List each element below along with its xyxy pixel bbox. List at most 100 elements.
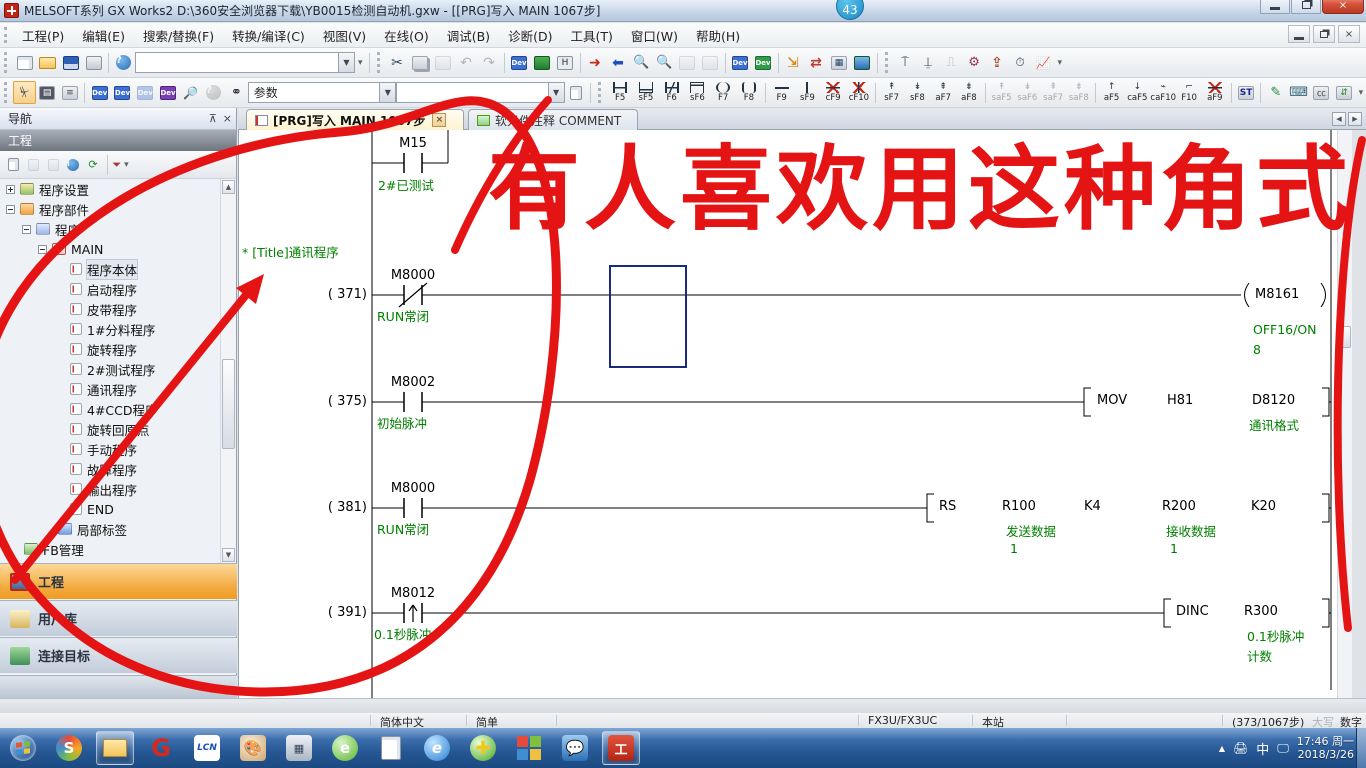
sogou-browser-icon[interactable]: S <box>50 731 88 765</box>
find-target-combobox[interactable]: 参数 ▼ <box>248 82 396 103</box>
inline-st-button[interactable]: ✎ <box>1264 81 1287 104</box>
menu-diagnostics[interactable]: 诊断(D) <box>499 23 561 48</box>
paint-icon[interactable]: 🎨 <box>234 731 272 765</box>
pulse-negate-branch-button[interactable]: ⇞saF7 <box>1040 80 1066 106</box>
copy-data-icon[interactable] <box>24 156 42 174</box>
open-project-button[interactable] <box>36 51 59 74</box>
tray-expand-icon[interactable]: ▲ <box>1219 744 1225 753</box>
st-editor-button[interactable]: ST <box>1235 81 1258 104</box>
menu-view[interactable]: 视图(V) <box>314 23 375 48</box>
comment-display-button[interactable]: ㏄ <box>1310 81 1333 104</box>
tree-item-fb-manage[interactable]: FB管理 <box>0 539 220 559</box>
taskbar-clock[interactable]: 17:46 周一 2018/3/26 <box>1297 735 1354 761</box>
device-statement-button[interactable]: Dev <box>752 51 775 74</box>
g-browser-icon[interactable]: G <box>142 731 180 765</box>
statement-display-button[interactable]: ⇵ <box>1333 81 1356 104</box>
browse-button[interactable] <box>565 81 588 104</box>
start-button[interactable] <box>4 731 42 765</box>
nav-button-connection[interactable]: 连接目标 <box>0 637 237 673</box>
show-desktop-button[interactable] <box>1356 728 1366 768</box>
monitor-mode-button[interactable] <box>851 51 874 74</box>
navigation-toggle-button[interactable]: ⏧ <box>13 81 36 104</box>
write-to-plc-button[interactable]: ➜ <box>584 51 607 74</box>
tree-item-start-program[interactable]: 启动程序 <box>0 279 220 299</box>
tree-item-belt-program[interactable]: 皮带程序 <box>0 299 220 319</box>
transfer-setup-button[interactable]: ⇄ <box>805 51 828 74</box>
output-window-button[interactable]: ≡ <box>59 81 82 104</box>
forced-io-button[interactable]: ⇪ <box>986 51 1009 74</box>
closed-contact-button[interactable]: F6 <box>659 80 685 106</box>
gx-works2-taskbar-button[interactable]: 工 <box>602 731 640 765</box>
pause-monitor-button[interactable] <box>676 51 699 74</box>
tree-item-manual-program[interactable]: 手动程序 <box>0 439 220 459</box>
restore-button[interactable] <box>1291 0 1321 14</box>
toolbar-overflow-icon[interactable]: ▾ <box>355 58 366 68</box>
module-config-button[interactable]: ▤ <box>36 81 59 104</box>
menu-help[interactable]: 帮助(H) <box>687 23 749 48</box>
invert-operation-button[interactable]: ↑aF5 <box>1099 80 1125 106</box>
pulse-negate2-button[interactable]: ↡saF6 <box>1014 80 1040 106</box>
new-project-button[interactable] <box>13 51 36 74</box>
rising-pulse-branch-button[interactable]: ⇞aF7 <box>930 80 956 106</box>
tree-item-test2-program[interactable]: 2#测试程序 <box>0 359 220 379</box>
application-instruction-button[interactable]: F8 <box>736 80 762 106</box>
tree-item-fault-program[interactable]: 故障程序 <box>0 459 220 479</box>
menu-online[interactable]: 在线(O) <box>375 23 438 48</box>
toolbar-overflow-icon[interactable]: ▾ <box>1055 58 1066 68</box>
ie-icon[interactable]: e <box>418 731 456 765</box>
tree-item-ccd4-program[interactable]: 4#CCD程序 <box>0 399 220 419</box>
tree-scrollbar[interactable]: ▲ ▼ <box>220 179 235 563</box>
undo-button[interactable]: ↶ <box>455 51 478 74</box>
menu-tools[interactable]: 工具(T) <box>561 23 621 48</box>
scrollbar-thumb[interactable] <box>222 359 235 449</box>
mdi-close-button[interactable]: × <box>1338 25 1360 43</box>
chevron-down-icon[interactable]: ▼ <box>338 53 354 72</box>
device-memory-button[interactable]: Dev <box>111 81 134 104</box>
document-icon[interactable] <box>372 731 410 765</box>
editor-scrollbar[interactable] <box>1337 130 1352 698</box>
falling-pulse-branch-button[interactable]: ⇟aF8 <box>956 80 982 106</box>
start-monitor-button[interactable]: 🔍 <box>630 51 653 74</box>
360-safe-icon[interactable]: ✚ <box>464 731 502 765</box>
operation-result-down-button[interactable]: ↓caF5 <box>1124 80 1150 106</box>
scroll-down-icon[interactable]: ▼ <box>222 548 235 562</box>
horizontal-line-button[interactable]: F9 <box>769 80 795 106</box>
color-blocks-icon[interactable] <box>510 731 548 765</box>
pulse-negate-button[interactable]: ↟saF5 <box>989 80 1015 106</box>
pin-icon[interactable]: ⊼ <box>209 112 217 125</box>
minimize-button[interactable] <box>1260 0 1290 14</box>
tree-item-feeder1-program[interactable]: 1#分料程序 <box>0 319 220 339</box>
cut-button[interactable]: ✂ <box>386 51 409 74</box>
close-button[interactable]: × <box>1322 0 1364 14</box>
invert-result-button[interactable]: ⌁caF10 <box>1150 80 1176 106</box>
print-button[interactable] <box>82 51 105 74</box>
copy-button[interactable] <box>409 51 432 74</box>
device-comment-button[interactable]: Dev <box>729 51 752 74</box>
device-combobox[interactable]: ▼ <box>396 82 564 103</box>
horizontal-scroll-strip[interactable] <box>0 698 1366 713</box>
falling-pulse-button[interactable]: ↡sF8 <box>905 80 931 106</box>
device-display-button[interactable]: Dev <box>157 81 180 104</box>
tree-item-comm-program[interactable]: 通讯程序 <box>0 379 220 399</box>
close-icon[interactable]: × <box>223 112 232 125</box>
write-monitor-button[interactable]: ⇲ <box>782 51 805 74</box>
edit-mode-button[interactable]: ⌨ <box>1287 81 1310 104</box>
nav-button-project[interactable]: 工程 <box>0 563 237 599</box>
calculator-icon[interactable]: ▦ <box>280 731 318 765</box>
closed-branch-button[interactable]: sF6 <box>685 80 711 106</box>
project-combobox[interactable]: ▼ <box>135 52 355 73</box>
scan-time-button[interactable]: ⏱ <box>1009 51 1032 74</box>
filter-icon[interactable]: ⏷▾ <box>113 156 131 174</box>
nav-panel-more[interactable]: » <box>0 675 237 698</box>
scrollbar-thumb[interactable] <box>1339 326 1351 348</box>
tab-device-comment[interactable]: 软元件注释 COMMENT <box>468 109 638 130</box>
menu-find-replace[interactable]: 搜索/替换(F) <box>134 23 223 48</box>
device-buffer-monitor-button[interactable]: H <box>554 51 577 74</box>
tray-device-icon[interactable]: 🖨 <box>1233 741 1248 755</box>
tree-item-program-setting[interactable]: 程序设置 <box>0 179 220 199</box>
menu-project[interactable]: 工程(P) <box>13 23 73 48</box>
open-contact-button[interactable]: F5 <box>607 80 633 106</box>
ladder-editor[interactable]: M15 2#已测试 * [Title]通讯程序 M8000 ( 371) RUN… <box>238 130 1352 698</box>
tab-close-icon[interactable]: × <box>432 113 446 127</box>
program-check-button[interactable]: ▦ <box>828 51 851 74</box>
